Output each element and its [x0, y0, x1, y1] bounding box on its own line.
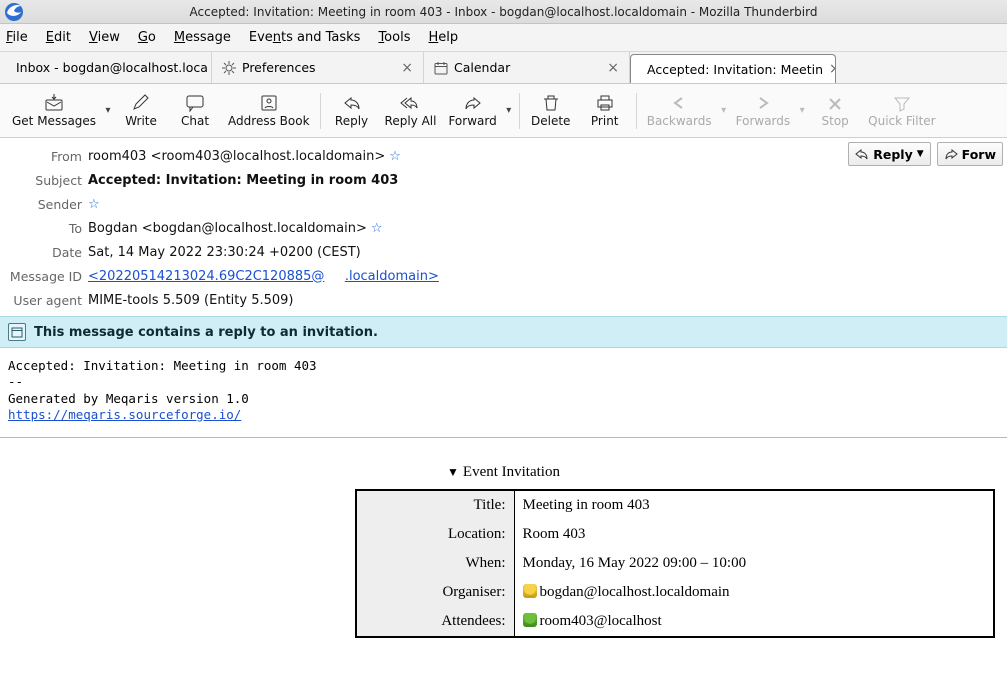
menu-tools[interactable]: Tools — [378, 30, 410, 45]
invitation-info-bar: This message contains a reply to an invi… — [0, 316, 1007, 348]
event-title-value: Meeting in room 403 — [514, 490, 994, 520]
tab-preferences[interactable]: Preferences × — [212, 52, 424, 83]
subject-value: Accepted: Invitation: Meeting in room 40… — [88, 173, 398, 188]
message-id-link-b[interactable]: .localdomain> — [345, 269, 439, 284]
chat-button[interactable]: Chat — [168, 87, 222, 135]
event-location-value: Room 403 — [514, 520, 994, 549]
menu-view[interactable]: View — [89, 30, 120, 45]
message-id-label: Message ID — [6, 269, 88, 284]
reply-icon — [855, 148, 869, 160]
body-link[interactable]: https://meqaris.sourceforge.io/ — [8, 407, 241, 422]
date-label: Date — [6, 245, 88, 260]
header-reply-button[interactable]: Reply▼ — [848, 142, 930, 166]
forward-dropdown[interactable]: ▾ — [503, 105, 515, 116]
menu-edit[interactable]: Edit — [46, 30, 71, 45]
info-text: This message contains a reply to an invi… — [34, 325, 378, 340]
get-messages-button[interactable]: Get Messages — [6, 87, 102, 135]
delete-button[interactable]: Delete — [524, 87, 578, 135]
stop-button: Stop — [808, 87, 862, 135]
forwards-nav-button: Forwards — [730, 87, 797, 135]
tabs-bar: Inbox - bogdan@localhost.loca Preference… — [0, 52, 1007, 84]
menubar: File Edit View Go Message Events and Tas… — [0, 24, 1007, 52]
from-label: From — [6, 149, 88, 164]
people-icon — [523, 613, 537, 627]
write-button[interactable]: Write — [114, 87, 168, 135]
event-location-label: Location: — [356, 520, 514, 549]
close-icon[interactable]: × — [607, 60, 619, 76]
to-value[interactable]: Bogdan <bogdan@localhost.localdomain> — [88, 221, 367, 236]
body-line-2: -- — [8, 374, 31, 389]
user-agent-label: User agent — [6, 293, 88, 308]
thunderbird-logo-icon — [4, 2, 24, 22]
event-when-value: Monday, 16 May 2022 09:00 – 10:00 — [514, 549, 994, 578]
tab-calendar[interactable]: Calendar × — [424, 52, 630, 83]
menu-help[interactable]: Help — [428, 30, 458, 45]
person-icon — [523, 584, 537, 598]
triangle-down-icon: ▼ — [447, 465, 459, 479]
event-invitation-table: Title: Meeting in room 403 Location: Roo… — [355, 489, 995, 638]
forwards-nav-dropdown: ▾ — [796, 105, 808, 116]
user-agent-value: MIME-tools 5.509 (Entity 5.509) — [88, 293, 294, 308]
reply-all-button[interactable]: Reply All — [379, 87, 443, 135]
event-organiser-label: Organiser: — [356, 578, 514, 607]
event-when-label: When: — [356, 549, 514, 578]
window-titlebar: Accepted: Invitation: Meeting in room 40… — [0, 0, 1007, 24]
date-value: Sat, 14 May 2022 23:30:24 +0200 (CEST) — [88, 245, 361, 260]
event-attendees-label: Attendees: — [356, 607, 514, 637]
tab-calendar-label: Calendar — [454, 60, 510, 75]
message-header-pane: Reply▼ Forw From room403 <room403@localh… — [0, 138, 1007, 316]
menu-file[interactable]: File — [6, 30, 28, 45]
close-icon[interactable]: × — [401, 60, 413, 76]
star-icon[interactable]: ☆ — [88, 197, 100, 212]
tab-message[interactable]: Accepted: Invitation: Meetin × — [630, 54, 836, 83]
window-title: Accepted: Invitation: Meeting in room 40… — [190, 5, 818, 19]
menu-events-tasks[interactable]: Events and Tasks — [249, 30, 361, 45]
tab-inbox[interactable]: Inbox - bogdan@localhost.loca — [0, 52, 212, 83]
header-forward-button[interactable]: Forw — [937, 142, 1003, 166]
backwards-button: Backwards — [641, 87, 718, 135]
print-button[interactable]: Print — [578, 87, 632, 135]
to-label: To — [6, 221, 88, 236]
get-messages-dropdown[interactable]: ▾ — [102, 105, 114, 116]
reply-button[interactable]: Reply — [325, 87, 379, 135]
star-icon[interactable]: ☆ — [389, 149, 401, 164]
event-invitation-heading[interactable]: ▼Event Invitation — [0, 438, 1007, 489]
event-attendees-value: room403@localhost — [540, 613, 662, 629]
from-value[interactable]: room403 <room403@localhost.localdomain> — [88, 149, 385, 164]
subject-label: Subject — [6, 173, 88, 188]
message-id-link-a[interactable]: <20220514213024.69C2C120885@ — [88, 269, 324, 284]
backwards-dropdown: ▾ — [718, 105, 730, 116]
tab-preferences-label: Preferences — [242, 60, 316, 75]
body-line-3: Generated by Meqaris version 1.0 — [8, 391, 249, 406]
tab-message-label: Accepted: Invitation: Meetin — [647, 62, 823, 77]
event-organiser-value: bogdan@localhost.localdomain — [540, 584, 730, 600]
calendar-icon — [8, 323, 26, 341]
forward-icon — [944, 148, 958, 160]
menu-go[interactable]: Go — [138, 30, 156, 45]
gear-icon — [222, 61, 236, 75]
event-title-label: Title: — [356, 490, 514, 520]
message-body: Accepted: Invitation: Meeting in room 40… — [0, 348, 1007, 427]
forward-button[interactable]: Forward — [442, 87, 502, 135]
close-icon[interactable]: × — [829, 61, 836, 77]
body-line-1: Accepted: Invitation: Meeting in room 40… — [8, 358, 317, 373]
menu-message[interactable]: Message — [174, 30, 231, 45]
star-icon[interactable]: ☆ — [371, 221, 383, 236]
tab-inbox-label: Inbox - bogdan@localhost.loca — [16, 60, 208, 75]
calendar-icon — [434, 61, 448, 75]
main-toolbar: Get Messages ▾ Write Chat Address Book R… — [0, 84, 1007, 138]
address-book-button[interactable]: Address Book — [222, 87, 315, 135]
quick-filter-button: Quick Filter — [862, 87, 941, 135]
sender-label: Sender — [6, 197, 88, 212]
